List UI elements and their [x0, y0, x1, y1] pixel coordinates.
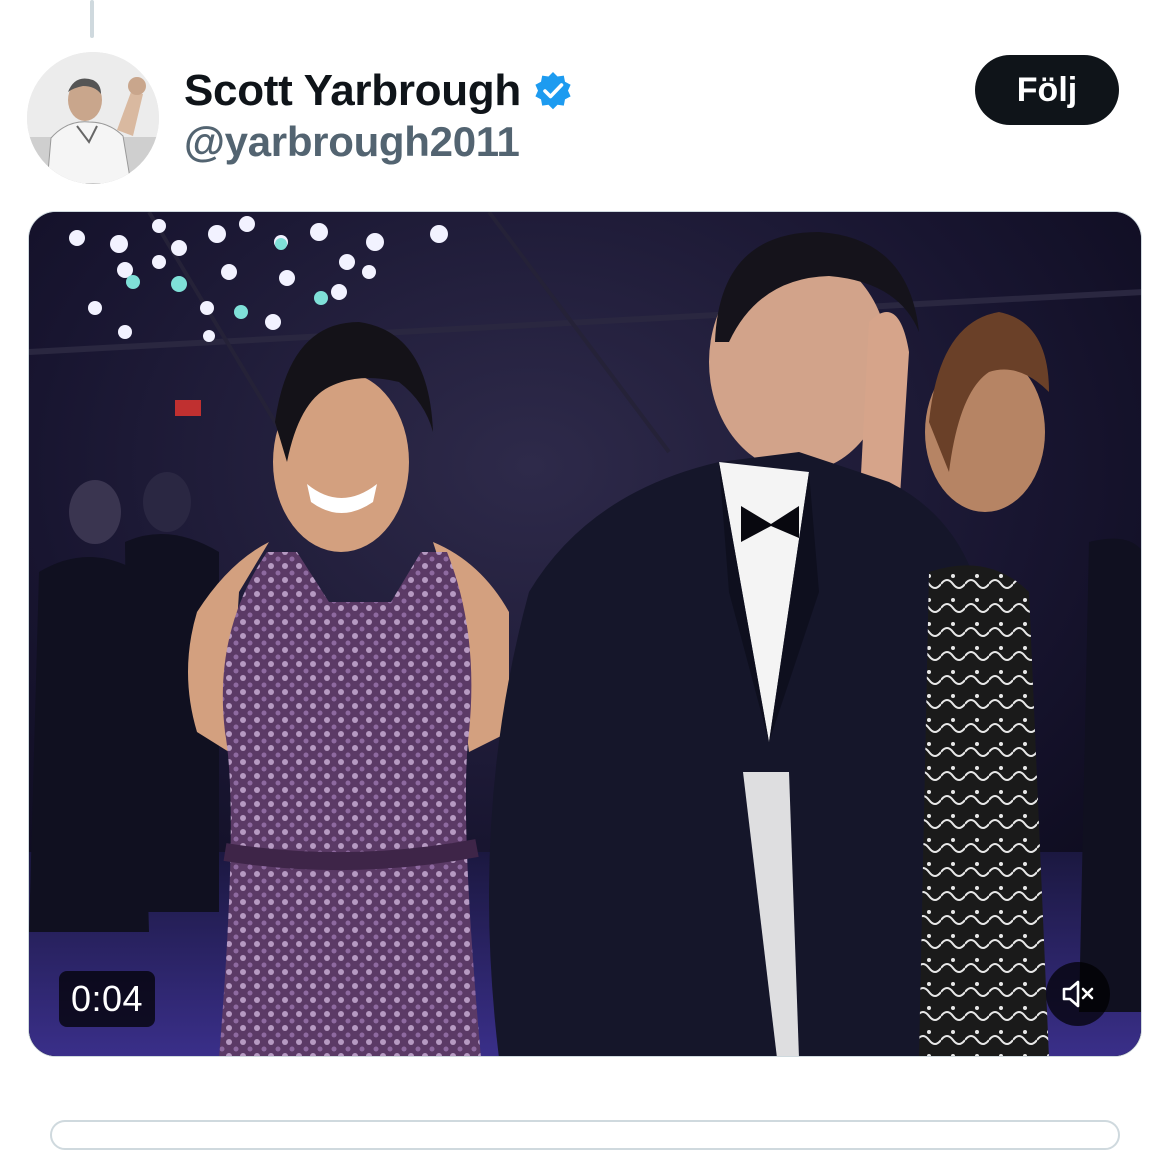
avatar[interactable] — [27, 52, 159, 184]
display-name[interactable]: Scott Yarbrough — [184, 66, 521, 116]
thread-connector-line — [90, 0, 94, 38]
name-row: Scott Yarbrough — [184, 62, 573, 120]
next-tweet-card-edge — [50, 1120, 1120, 1150]
verified-badge-icon — [533, 71, 573, 111]
user-handle[interactable]: @yarbrough2011 — [184, 118, 520, 166]
video-frame — [29, 212, 1141, 1056]
video-duration: 0:04 — [59, 971, 156, 1027]
follow-button[interactable]: Följ — [975, 55, 1119, 125]
mute-toggle-button[interactable] — [1046, 962, 1110, 1026]
speaker-muted-icon — [1062, 980, 1094, 1008]
video-player[interactable]: 0:04 — [28, 211, 1142, 1057]
